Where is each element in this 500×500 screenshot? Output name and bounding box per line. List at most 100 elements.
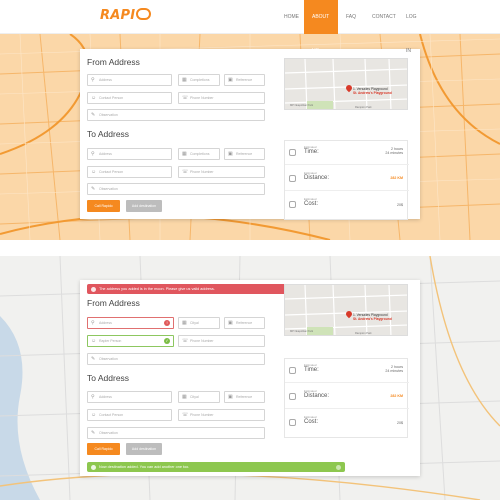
to-address-input[interactable]: ⚲ Address xyxy=(87,148,172,160)
phone-icon: ☏ xyxy=(182,169,189,175)
to-observation-input[interactable]: ✎ Observation xyxy=(87,427,265,439)
street-label: Rampton Park xyxy=(355,106,372,109)
street-label: MP Neapolitan Park xyxy=(290,330,314,333)
distance-value: 282 KM xyxy=(390,176,403,180)
nav-faq[interactable]: FAQ xyxy=(338,0,364,34)
flag-icon: ▣ xyxy=(228,394,233,400)
estimate-cost: Estimated Cost: 20$ xyxy=(285,411,409,435)
from-contact-input[interactable]: ☺ Contact Person xyxy=(87,92,172,104)
add-destination-button[interactable]: Add destination xyxy=(126,443,162,455)
tag-icon xyxy=(289,201,296,208)
from-reference-input[interactable]: ▣ Reference xyxy=(224,317,265,329)
from-address-input[interactable]: ⚲ Address! xyxy=(87,317,174,329)
add-destination-button[interactable]: Add destination xyxy=(126,200,162,212)
from-observation-input[interactable]: ✎ Observation xyxy=(87,353,265,365)
cost-value: 20$ xyxy=(397,421,403,425)
flag-icon: ▣ xyxy=(228,151,233,157)
success-alert: Now destination added. You can add anoth… xyxy=(87,462,345,472)
note-icon: ✎ xyxy=(91,186,96,192)
site-header: RAPI HOME ABOUT US FAQ CONTACT LOG IN xyxy=(0,0,500,54)
road-icon xyxy=(289,393,296,400)
nav-about-us[interactable]: ABOUT US xyxy=(304,0,338,54)
from-observation-input[interactable]: ✎ Observation xyxy=(87,109,265,121)
to-address-title: To Address xyxy=(87,129,130,139)
from-contact-input[interactable]: ☺ Rapier Person ✓ xyxy=(87,335,174,347)
call-rapido-button[interactable]: Call Rapido xyxy=(87,200,120,212)
route-map[interactable]: 1. Versailes Playground St. Andrew's Play… xyxy=(284,284,408,336)
nav-home[interactable]: HOME xyxy=(276,0,304,34)
estimate-time: Estimated Time: 2 hours 24 minutes xyxy=(285,359,409,383)
nav-contact[interactable]: CONTACT xyxy=(364,0,398,34)
to-city-input[interactable]: ▦ Cityal xyxy=(178,391,220,403)
pin-label: 1. Versailes Playground St. Andrew's Play… xyxy=(353,313,392,321)
location-pin-icon: ⚲ xyxy=(91,77,95,83)
from-address-title: From Address xyxy=(87,57,140,67)
flag-icon: ▣ xyxy=(228,77,233,83)
to-contact-input[interactable]: ☺ Contact Person xyxy=(87,409,172,421)
to-observation-input[interactable]: ✎ Observation xyxy=(87,183,265,195)
flag-icon: ▣ xyxy=(228,320,233,326)
person-icon: ☺ xyxy=(91,338,97,344)
time-value: 2 hours 24 minutes xyxy=(385,365,403,374)
to-contact-input[interactable]: ☺ Contact Person xyxy=(87,166,172,178)
estimates-panel: Estimated Time: 2 hours 24 minutes Estima… xyxy=(284,358,409,438)
logo[interactable]: RAPI xyxy=(100,8,152,23)
building-icon: ▦ xyxy=(182,77,187,83)
error-icon: ! xyxy=(164,320,170,326)
road-icon xyxy=(289,175,296,182)
building-icon: ▦ xyxy=(182,151,187,157)
main-nav: HOME ABOUT US FAQ CONTACT LOG IN xyxy=(276,0,428,54)
estimates-panel: Estimated Time: 2 hours 24 minutes Estima… xyxy=(284,140,409,220)
building-icon: ▦ xyxy=(182,320,187,326)
to-phone-input[interactable]: ☏ Phone Number xyxy=(178,409,265,421)
estimate-distance: Estimated Distance: 282 KM xyxy=(285,167,409,191)
phone-icon: ☏ xyxy=(182,412,189,418)
to-reference-input[interactable]: ▣ Reference xyxy=(224,148,265,160)
pin-label: 1. Versailes Playground St. Andrew's Play… xyxy=(353,87,392,95)
estimate-cost: Estimated Cost: 20$ xyxy=(285,193,409,217)
time-value: 2 hours 24 minutes xyxy=(385,147,403,156)
location-pin-icon: ⚲ xyxy=(91,394,95,400)
to-reference-input[interactable]: ▣ Reference xyxy=(224,391,265,403)
clock-icon xyxy=(289,149,296,156)
note-icon: ✎ xyxy=(91,112,96,118)
route-map[interactable]: 1. Versailes Playground St. Andrew's Play… xyxy=(284,58,408,110)
to-address-title: To Address xyxy=(87,373,130,383)
clock-icon xyxy=(289,367,296,374)
location-pin-icon: ⚲ xyxy=(91,320,95,326)
street-label: MP Neapolitan Park xyxy=(290,104,314,107)
section-gap xyxy=(0,240,500,256)
street-label: Rampton Park xyxy=(355,332,372,335)
from-city-input[interactable]: ▦ Cityal xyxy=(178,317,220,329)
person-icon: ☺ xyxy=(91,412,97,418)
phone-icon: ☏ xyxy=(182,95,189,101)
from-phone-input[interactable]: ☏ Phone Number xyxy=(178,92,265,104)
booking-form-card-validation: The address you added is in the moon. Pl… xyxy=(80,280,420,476)
person-icon: ☺ xyxy=(91,95,97,101)
phone-icon: ☏ xyxy=(182,338,189,344)
estimate-distance: Estimated Distance: 282 KM xyxy=(285,385,409,409)
tag-icon xyxy=(289,419,296,426)
from-address-input[interactable]: ⚲ Address xyxy=(87,74,172,86)
note-icon: ✎ xyxy=(91,430,96,436)
nav-log-in[interactable]: LOG IN xyxy=(398,0,428,54)
logo-mark-icon xyxy=(136,8,152,20)
check-icon: ✓ xyxy=(164,338,170,344)
check-icon xyxy=(91,464,96,470)
note-icon: ✎ xyxy=(91,356,96,362)
from-city-input[interactable]: ▦ Completions xyxy=(178,74,220,86)
call-rapido-button[interactable]: Call Rapido xyxy=(87,443,120,455)
distance-value: 282 KM xyxy=(390,394,403,398)
to-city-input[interactable]: ▦ Completions xyxy=(178,148,220,160)
close-icon[interactable] xyxy=(336,464,341,470)
to-address-input[interactable]: ⚲ Address xyxy=(87,391,172,403)
warning-icon xyxy=(91,286,96,292)
estimate-time: Estimated Time: 2 hours 24 minutes xyxy=(285,141,409,165)
from-reference-input[interactable]: ▣ Reference xyxy=(224,74,265,86)
from-address-title: From Address xyxy=(87,298,140,308)
booking-form-card: From Address ⚲ Address ▦ Completions ▣ Refe… xyxy=(80,49,420,220)
cost-value: 20$ xyxy=(397,203,403,207)
to-phone-input[interactable]: ☏ Phone Number xyxy=(178,166,265,178)
person-icon: ☺ xyxy=(91,169,97,175)
from-phone-input[interactable]: ☏ Phone Number xyxy=(178,335,265,347)
